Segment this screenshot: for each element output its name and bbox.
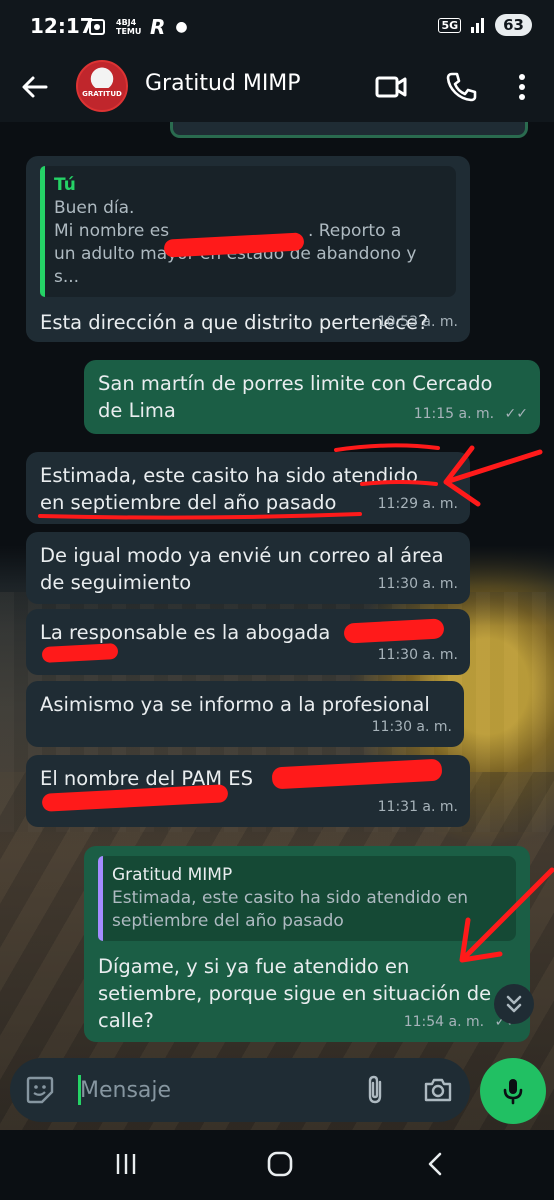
- r-app-icon: R: [150, 15, 166, 39]
- attach-clip-icon[interactable]: [360, 1074, 390, 1106]
- scroll-down-button[interactable]: [494, 984, 534, 1024]
- home-icon[interactable]: [266, 1150, 294, 1178]
- signal-icon: [471, 18, 485, 33]
- message-composer: [10, 1058, 470, 1122]
- message-input[interactable]: [80, 1072, 340, 1108]
- network-label: 5G: [438, 17, 462, 33]
- sticker-emoji-icon[interactable]: [24, 1074, 56, 1106]
- battery-indicator: 63: [495, 14, 532, 36]
- recent-apps-icon[interactable]: [112, 1150, 140, 1178]
- status-time: 12:17: [30, 14, 94, 38]
- annotation-marks: [38, 443, 554, 963]
- voice-call-icon[interactable]: [444, 70, 478, 104]
- back-arrow-icon[interactable]: [20, 72, 50, 102]
- avatar-text: GRATITUD: [78, 88, 126, 100]
- screen-record-icon: [89, 19, 105, 35]
- video-call-icon[interactable]: [374, 70, 408, 104]
- chat-header: GRATITUD Gratitud MIMP: [0, 52, 554, 122]
- status-bar: 12:17 4BJ4 TEMU R ● 5G 63: [0, 0, 554, 52]
- notification-dot-icon: ●: [175, 19, 188, 35]
- system-navigation-bar: [0, 1130, 554, 1200]
- contact-avatar[interactable]: GRATITUD: [76, 60, 128, 112]
- more-options-icon[interactable]: [505, 70, 539, 104]
- camera-icon[interactable]: [422, 1074, 454, 1106]
- back-nav-icon[interactable]: [422, 1150, 450, 1178]
- temu-label: 4BJ4 TEMU: [116, 18, 142, 36]
- microphone-icon: [503, 1079, 523, 1105]
- double-chevron-down-icon: [506, 995, 522, 1013]
- chat-area[interactable]: Tú Buen día. Mi nombre es . Reporto a un…: [0, 122, 554, 1130]
- microphone-button[interactable]: [480, 1058, 546, 1124]
- contact-name[interactable]: Gratitud MIMP: [145, 71, 301, 96]
